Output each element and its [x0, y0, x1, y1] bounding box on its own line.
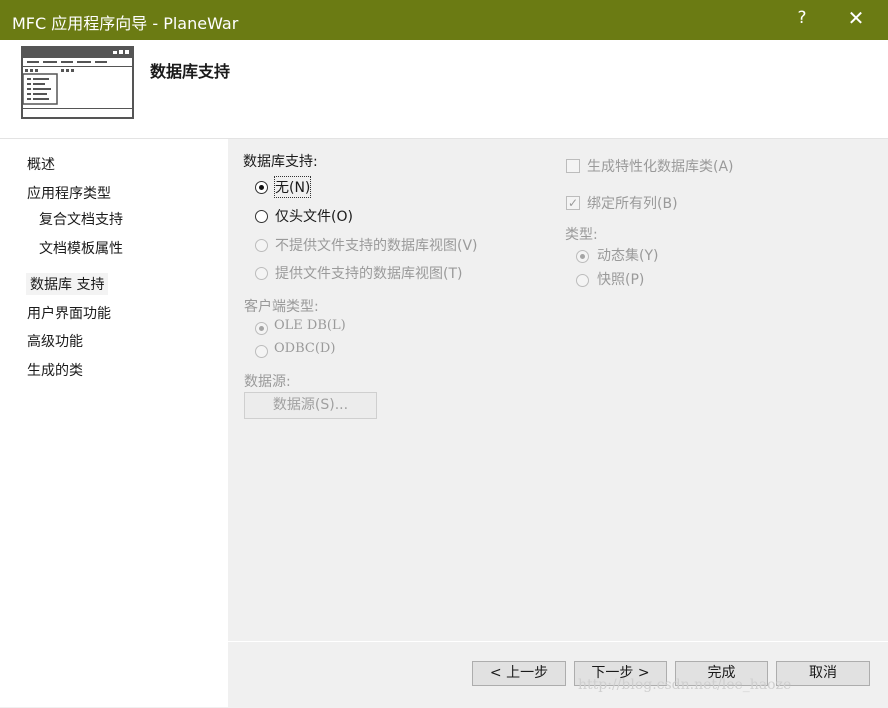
prev-button[interactable]: < 上一步 — [472, 661, 566, 686]
page-title: 数据库支持 — [150, 62, 231, 81]
db-support-label: 数据库支持: — [243, 154, 318, 170]
radio-oledb-label[interactable]: OLE DB(L) — [274, 318, 346, 333]
radio-odbc-label[interactable]: ODBC(D) — [274, 341, 335, 356]
radio-db-view-no-file[interactable] — [255, 239, 268, 252]
radio-header-only[interactable] — [255, 210, 268, 223]
radio-db-view-file[interactable] — [255, 267, 268, 280]
bind-columns-label[interactable]: 绑定所有列(B) — [587, 193, 678, 213]
nav-item-doc-template[interactable]: 文档模板属性 — [39, 238, 123, 258]
help-button[interactable]: ? — [792, 8, 812, 28]
radio-snapshot-label[interactable]: 快照(P) — [597, 269, 644, 289]
type-label: 类型: — [565, 227, 598, 243]
wizard-header: 数据库支持 — [0, 40, 888, 139]
wizard-footer: < 上一步 下一步 > 完成 取消 — [228, 641, 888, 708]
watermark: http://blog.csdn.net/lee_haoze — [578, 677, 792, 693]
nav-item-database-support[interactable]: 数据库 支持 — [26, 273, 109, 295]
data-source-button[interactable]: 数据源(S)... — [244, 392, 377, 419]
nav-item-overview[interactable]: 概述 — [27, 154, 55, 174]
radio-none[interactable] — [255, 181, 268, 194]
window-title: MFC 应用程序向导 - PlaneWar — [12, 14, 239, 33]
gen-classes-label[interactable]: 生成特性化数据库类(A) — [587, 156, 734, 176]
client-type-label: 客户端类型: — [244, 299, 319, 315]
nav-item-advanced[interactable]: 高级功能 — [27, 331, 83, 351]
wizard-window-icon — [21, 46, 134, 119]
radio-dynaset[interactable] — [576, 250, 589, 263]
radio-none-label[interactable]: 无(N) — [273, 176, 312, 198]
options-panel: 数据库支持: 无(N) 仅头文件(O) 不提供文件支持的数据库视图(V) 提供文… — [228, 139, 888, 641]
radio-db-view-file-label[interactable]: 提供文件支持的数据库视图(T) — [275, 263, 462, 283]
radio-db-view-no-file-label[interactable]: 不提供文件支持的数据库视图(V) — [275, 235, 478, 255]
radio-odbc[interactable] — [255, 345, 268, 358]
bind-columns-checkbox[interactable]: ✓ — [566, 196, 580, 210]
title-bar: MFC 应用程序向导 - PlaneWar ? ✕ — [0, 0, 888, 40]
nav-item-app-type[interactable]: 应用程序类型 — [27, 183, 111, 203]
wizard-nav: 概述 应用程序类型 复合文档支持 文档模板属性 数据库 支持 用户界面功能 高级… — [0, 139, 226, 707]
radio-snapshot[interactable] — [576, 274, 589, 287]
radio-oledb[interactable] — [255, 322, 268, 335]
data-source-label: 数据源: — [244, 374, 291, 390]
nav-item-compound-doc[interactable]: 复合文档支持 — [39, 209, 123, 229]
close-button[interactable]: ✕ — [844, 6, 868, 30]
gen-classes-checkbox[interactable] — [566, 159, 580, 173]
nav-item-ui-features[interactable]: 用户界面功能 — [27, 303, 111, 323]
radio-header-only-label[interactable]: 仅头文件(O) — [275, 206, 353, 226]
nav-item-generated-classes[interactable]: 生成的类 — [27, 360, 83, 380]
radio-dynaset-label[interactable]: 动态集(Y) — [597, 245, 658, 265]
